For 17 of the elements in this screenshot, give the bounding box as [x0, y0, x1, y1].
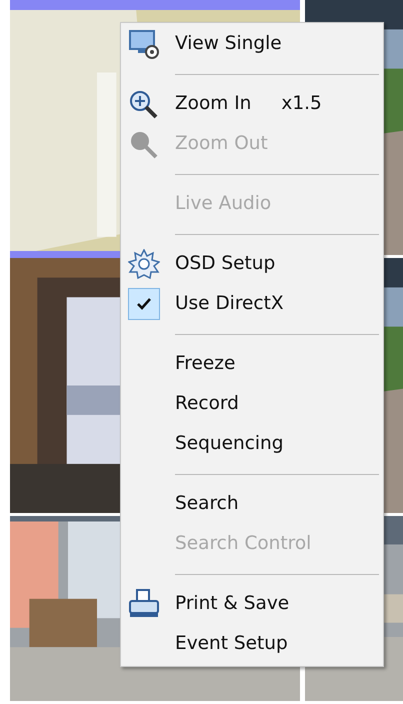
menu-item[interactable]: Search [121, 484, 383, 524]
menu-item[interactable]: Freeze [121, 344, 383, 384]
shortcut-text: x1.5 [281, 92, 322, 116]
menu-item[interactable]: Event Setup [121, 624, 383, 664]
zoom-out-icon [128, 129, 160, 159]
menu-item[interactable]: Sequencing [121, 424, 383, 464]
menu-item-label: Zoom In [175, 92, 252, 116]
menu-item[interactable]: Zoom In x1.5 [121, 84, 383, 124]
menu-item[interactable]: OSD Setup [121, 244, 383, 284]
gear-icon [128, 249, 160, 279]
menu-item[interactable]: Record [121, 384, 383, 424]
menu-item[interactable]: Use DirectX [121, 284, 383, 324]
menu-item[interactable]: Print & Save [121, 584, 383, 624]
monitor-icon [128, 29, 160, 59]
zoom-in-icon [128, 89, 160, 119]
menu-item[interactable]: View Single [121, 24, 383, 64]
printer-icon [128, 589, 160, 619]
